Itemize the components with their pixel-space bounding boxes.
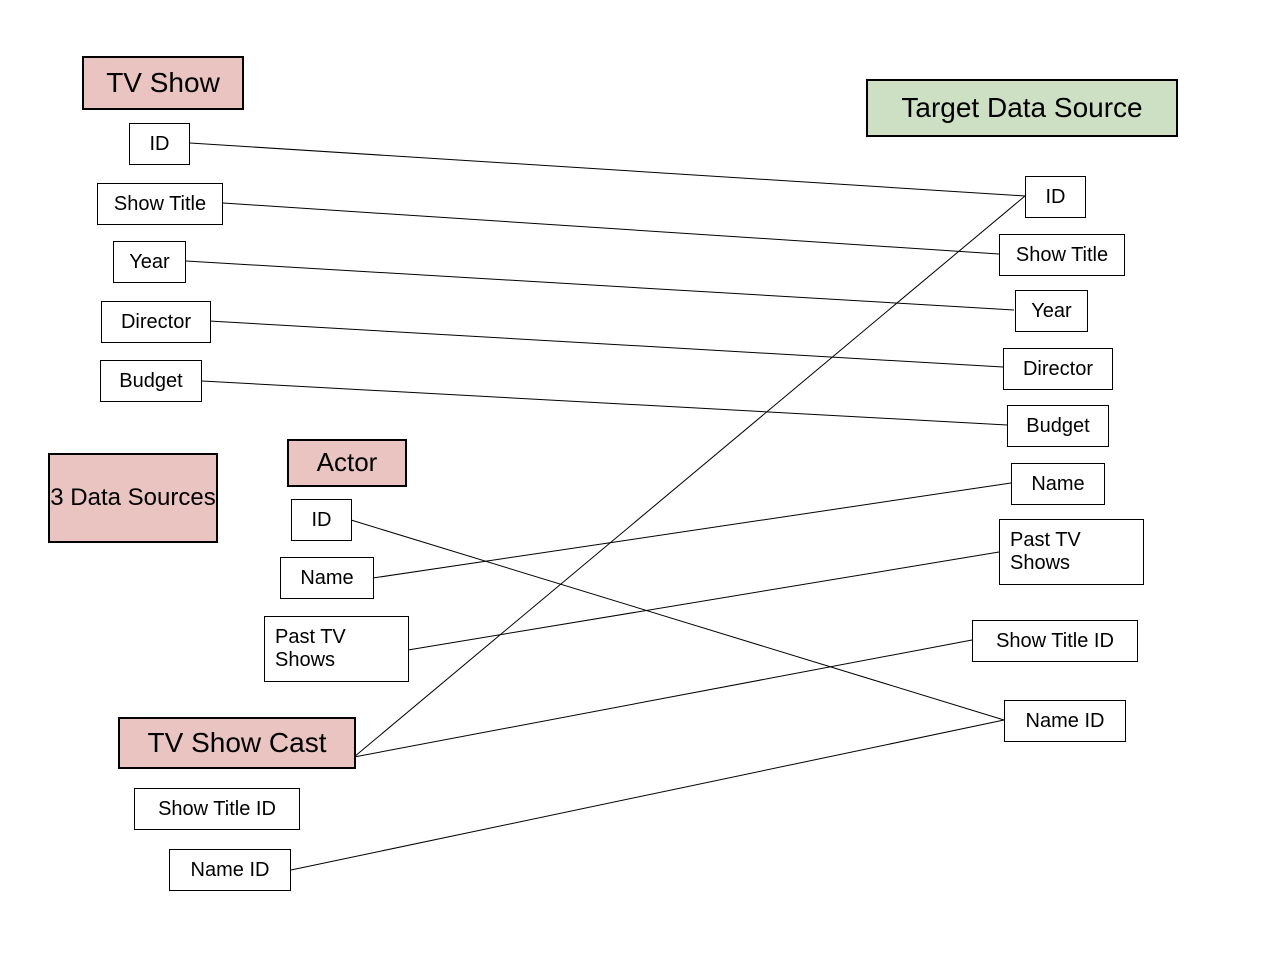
target-field-id: ID	[1025, 176, 1086, 218]
target-field-name-id: Name ID	[1004, 700, 1126, 742]
target-field-director: Director	[1003, 348, 1113, 390]
tvshow-field-budget: Budget	[100, 360, 202, 402]
target-field-budget: Budget	[1007, 405, 1109, 447]
target-field-show-title: Show Title	[999, 234, 1125, 276]
entity-target-header: Target Data Source	[866, 79, 1178, 137]
entity-actor-header: Actor	[287, 439, 407, 487]
actor-field-past-tv-shows: Past TV Shows	[264, 616, 409, 682]
actor-field-name: Name	[280, 557, 374, 599]
tvshow-field-show-title: Show Title	[97, 183, 223, 225]
note-3-data-sources: 3 Data Sources	[48, 453, 218, 543]
tvshowcast-field-show-title-id: Show Title ID	[134, 788, 300, 830]
tvshow-field-id: ID	[129, 123, 190, 165]
target-field-past-tv-shows: Past TV Shows	[999, 519, 1144, 585]
entity-tvshow-header: TV Show	[82, 56, 244, 110]
tvshowcast-field-name-id: Name ID	[169, 849, 291, 891]
actor-field-id: ID	[291, 499, 352, 541]
target-field-name: Name	[1011, 463, 1105, 505]
target-field-year: Year	[1015, 290, 1088, 332]
tvshow-field-director: Director	[101, 301, 211, 343]
tvshow-field-year: Year	[113, 241, 186, 283]
target-field-show-title-id: Show Title ID	[972, 620, 1138, 662]
entity-tvshowcast-header: TV Show Cast	[118, 717, 356, 769]
